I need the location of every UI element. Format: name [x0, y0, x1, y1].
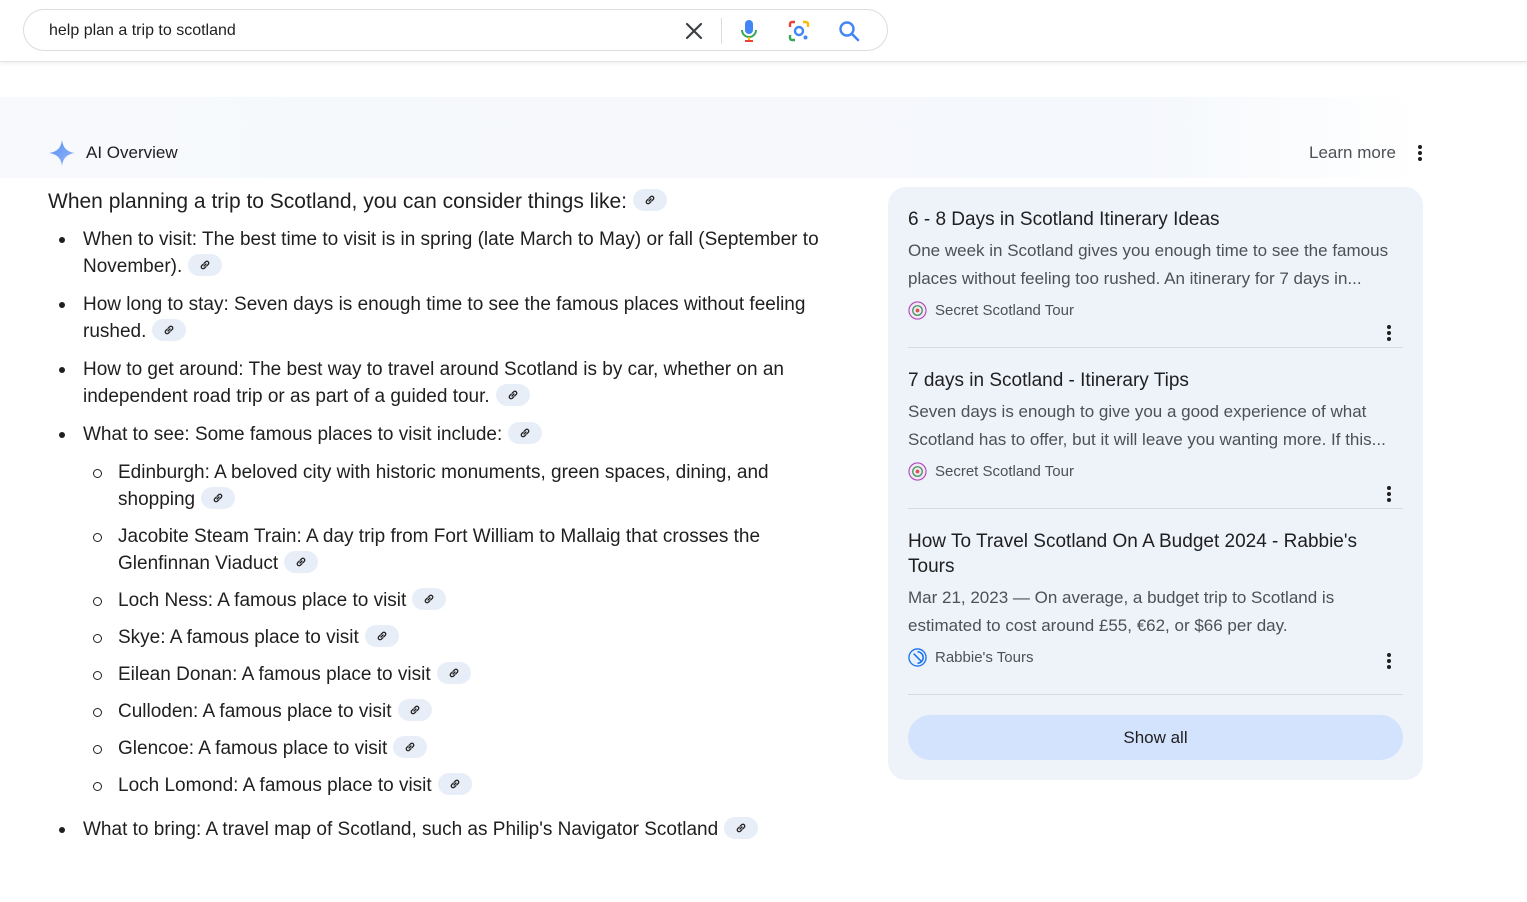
source-site: Secret Scotland Tour [908, 461, 1403, 481]
source-title[interactable]: 6 - 8 Days in Scotland Itinerary Ideas [908, 207, 1403, 232]
overview-intro-text: When planning a trip to Scotland, you ca… [48, 190, 628, 213]
link-icon [520, 428, 530, 438]
more-vert-icon [1387, 325, 1391, 341]
source-link-chip[interactable] [508, 421, 543, 444]
place-item: Loch Ness: A famous place to visit [83, 587, 848, 614]
source-link-chip[interactable] [393, 735, 428, 758]
source-link-chip[interactable] [201, 486, 236, 509]
site-favicon-icon [908, 647, 927, 667]
source-site: Secret Scotland Tour [908, 300, 1403, 320]
link-icon [377, 631, 387, 641]
link-icon [410, 705, 419, 715]
source-link-chip[interactable] [364, 624, 399, 647]
more-vert-icon [1387, 653, 1391, 669]
link-icon [449, 668, 458, 678]
search-icon [839, 21, 860, 42]
source-divider [908, 508, 1403, 509]
ai-overview-header: AI Overview [48, 138, 178, 168]
source-item[interactable]: How To Travel Scotland On A Budget 2024 … [908, 529, 1403, 669]
lens-search-button[interactable] [785, 17, 813, 45]
link-icon [424, 594, 434, 604]
source-title[interactable]: 7 days in Scotland - Itinerary Tips [908, 368, 1403, 393]
source-snippet: Mar 21, 2023 — On average, a budget trip… [908, 588, 1335, 635]
list-item: What to bring: A travel map of Scotland,… [48, 816, 848, 843]
source-link-chip[interactable] [495, 383, 530, 406]
list-item: How to get around: The best way to trave… [48, 356, 848, 410]
site-name: Secret Scotland Tour [935, 301, 1074, 319]
source-link-chip[interactable] [152, 318, 187, 341]
overview-list: When to visit: The best time to visit is… [48, 226, 848, 843]
show-all-button[interactable]: Show all [908, 715, 1403, 760]
source-item[interactable]: 6 - 8 Days in Scotland Itinerary Ideas O… [908, 207, 1403, 341]
link-icon [645, 196, 655, 205]
source-link-chip[interactable] [724, 816, 759, 839]
link-icon [405, 742, 415, 752]
link-icon [736, 823, 746, 833]
list-item: How long to stay: Seven days is enough t… [48, 291, 848, 345]
source-link-chip[interactable] [397, 698, 432, 721]
place-item: Skye: A famous place to visit [83, 624, 848, 651]
place-item: Loch Lomond: A famous place to visit [83, 772, 848, 799]
more-vert-icon [1418, 145, 1422, 161]
source-divider [908, 694, 1403, 695]
source-menu-button[interactable] [1379, 649, 1399, 673]
search-box[interactable] [23, 9, 888, 51]
source-title[interactable]: How To Travel Scotland On A Budget 2024 … [908, 529, 1403, 579]
ai-overview-content: When planning a trip to Scotland, you ca… [48, 186, 848, 854]
list-item: When to visit: The best time to visit is… [48, 226, 848, 280]
lens-icon [788, 20, 810, 42]
link-icon [165, 325, 174, 335]
source-link-chip[interactable] [188, 253, 223, 276]
ai-overview-menu-button[interactable] [1409, 141, 1431, 165]
site-name: Secret Scotland Tour [935, 462, 1074, 480]
source-link-chip[interactable] [633, 189, 668, 212]
sources-card: 6 - 8 Days in Scotland Itinerary Ideas O… [888, 187, 1423, 780]
source-site: Rabbie's Tours [908, 647, 1403, 667]
voice-search-button[interactable] [735, 17, 763, 45]
source-link-chip[interactable] [436, 661, 471, 684]
search-divider [721, 18, 722, 44]
search-button[interactable] [835, 17, 863, 45]
source-link-chip[interactable] [412, 587, 447, 610]
link-icon [450, 779, 460, 789]
list-item: What to see: Some famous places to visit… [48, 421, 848, 799]
learn-more-link[interactable]: Learn more [1309, 143, 1396, 163]
source-menu-button[interactable] [1379, 482, 1399, 506]
source-item[interactable]: 7 days in Scotland - Itinerary Tips Seve… [908, 368, 1403, 502]
more-vert-icon [1387, 486, 1391, 502]
place-item: Culloden: A famous place to visit [83, 698, 848, 725]
link-icon [213, 493, 223, 503]
source-link-chip[interactable] [437, 772, 472, 795]
place-item: Glencoe: A famous place to visit [83, 735, 848, 762]
link-icon [296, 557, 306, 567]
microphone-icon [741, 20, 757, 42]
source-snippet: Seven days is enough to give you a good … [908, 402, 1386, 449]
places-list: Edinburgh: A beloved city with historic … [83, 459, 848, 799]
search-header [0, 0, 1527, 62]
clear-button[interactable] [680, 17, 708, 45]
place-item: Edinburgh: A beloved city with historic … [83, 459, 848, 513]
site-favicon-icon [908, 461, 927, 481]
source-divider [908, 347, 1403, 348]
site-favicon-icon [908, 300, 927, 320]
site-name: Rabbie's Tours [935, 648, 1034, 666]
place-item: Eilean Donan: A famous place to visit [83, 661, 848, 688]
overview-intro: When planning a trip to Scotland, you ca… [48, 186, 848, 218]
link-icon [508, 390, 518, 400]
place-item: Jacobite Steam Train: A day trip from Fo… [83, 523, 848, 577]
source-menu-button[interactable] [1379, 321, 1399, 345]
close-icon [685, 22, 703, 40]
source-snippet: One week in Scotland gives you enough ti… [908, 241, 1389, 288]
search-input[interactable] [49, 20, 669, 42]
link-icon [200, 260, 210, 270]
sparkle-icon [49, 140, 75, 166]
ai-overview-title: AI Overview [86, 143, 178, 162]
source-link-chip[interactable] [284, 550, 319, 573]
